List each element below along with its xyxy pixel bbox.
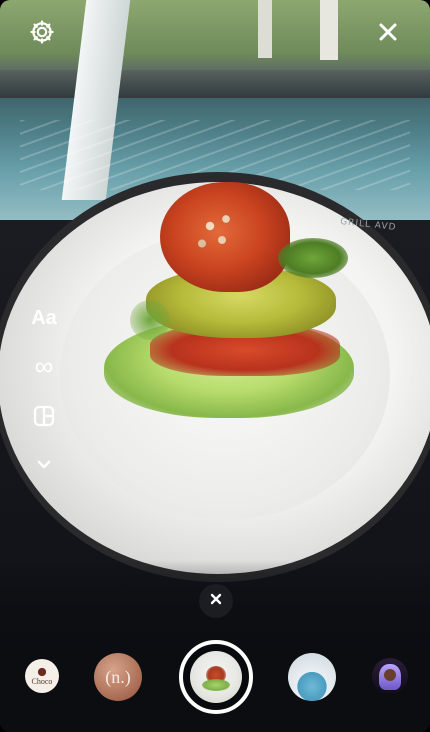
effect-label: (n.) xyxy=(105,666,131,687)
white-pillar xyxy=(320,0,338,60)
effect-choco[interactable]: Choco xyxy=(25,659,59,693)
choco-logo xyxy=(35,666,49,677)
effect-person[interactable] xyxy=(372,658,408,694)
camera-screen: GRILL AVD Aa ∞ Choco (n.) xyxy=(0,0,430,732)
create-text-button[interactable]: Aa xyxy=(22,300,66,336)
chevron-down-icon xyxy=(33,453,55,480)
effects-tray: Choco (n.) xyxy=(0,638,430,718)
white-pillar xyxy=(258,0,272,58)
capture-button[interactable] xyxy=(179,640,253,714)
infinity-icon: ∞ xyxy=(34,350,54,381)
effect-label: Choco xyxy=(31,676,53,686)
close-icon xyxy=(209,592,223,611)
effect-pool[interactable] xyxy=(288,653,336,701)
herb-garnish xyxy=(278,238,348,278)
layout-icon xyxy=(31,403,57,434)
herb-garnish xyxy=(130,300,170,340)
boomerang-button[interactable]: ∞ xyxy=(22,348,66,384)
avatar-face xyxy=(384,669,396,681)
clear-effect-button[interactable] xyxy=(199,584,233,618)
crumb-garnish xyxy=(178,198,258,268)
pool-deck xyxy=(0,70,430,98)
capture-preview xyxy=(190,651,242,703)
gear-icon xyxy=(28,18,56,51)
close-icon xyxy=(376,20,400,49)
effect-ni[interactable]: (n.) xyxy=(94,653,142,701)
layout-button[interactable] xyxy=(22,400,66,436)
food-thumbnail xyxy=(202,679,230,691)
close-button[interactable] xyxy=(372,18,404,50)
settings-button[interactable] xyxy=(26,18,58,50)
more-tools-button[interactable] xyxy=(22,448,66,484)
